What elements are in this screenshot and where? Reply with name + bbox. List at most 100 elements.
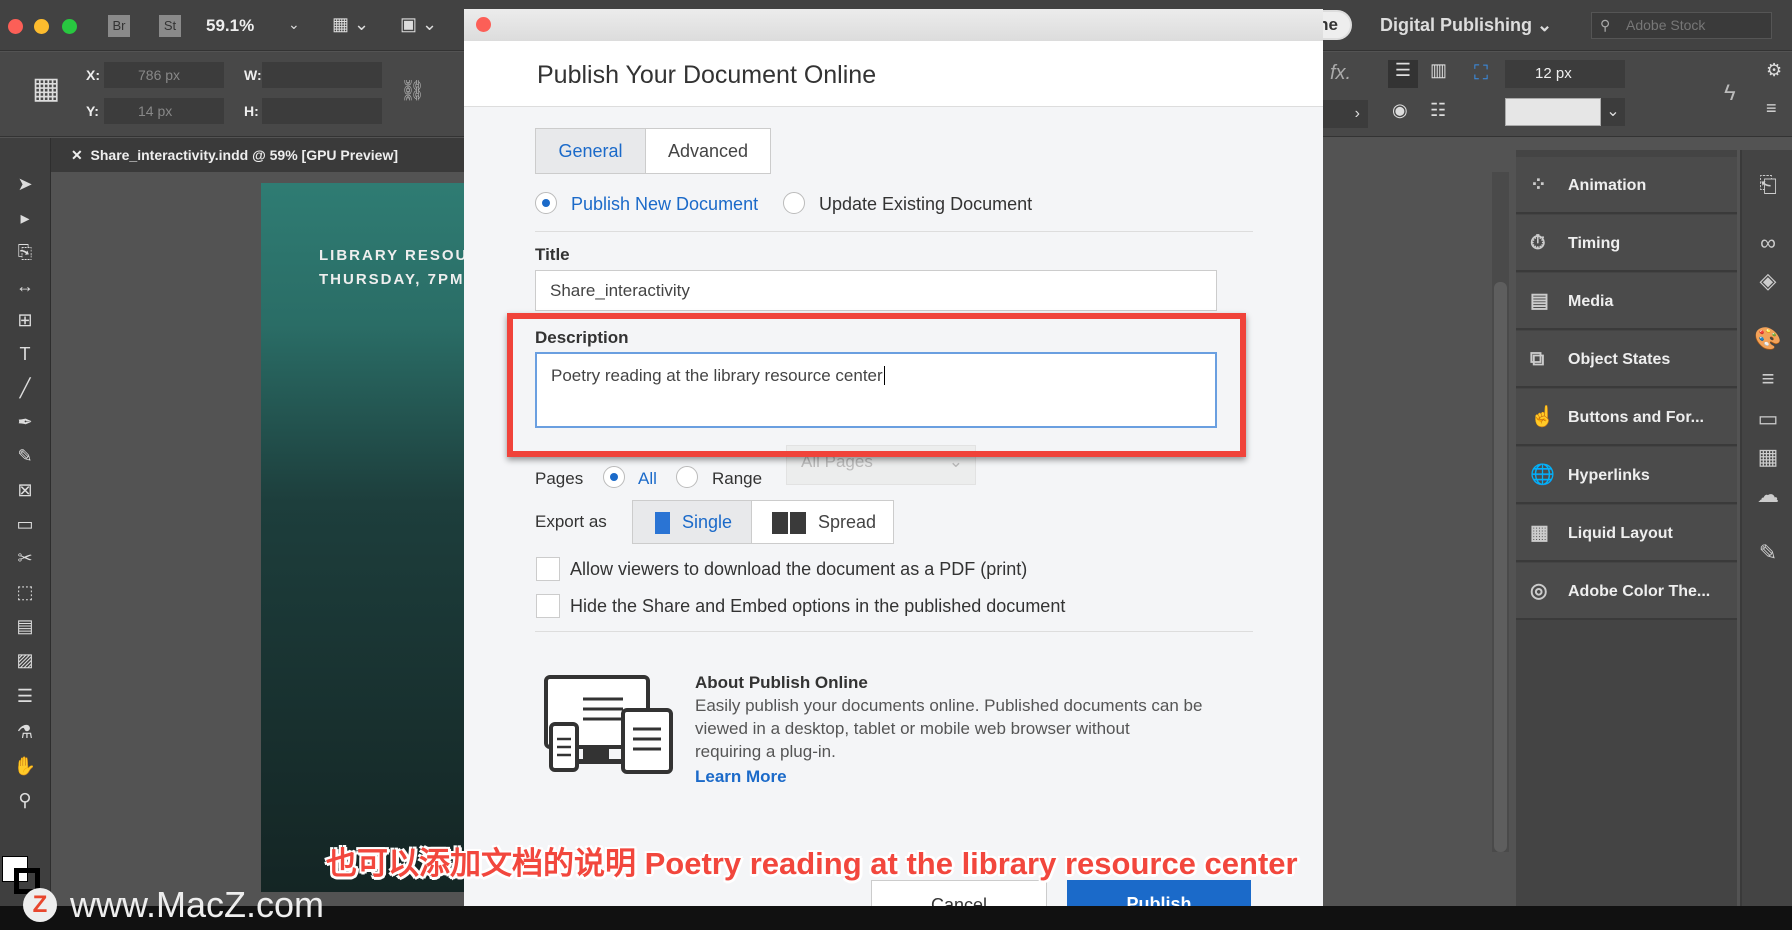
text-wrap-icon[interactable]: ☰ [1388,60,1418,88]
panel-adobe-color-themes[interactable]: ◎ Adobe Color The... [1516,563,1737,620]
workspace-switcher[interactable]: Digital Publishing ⌄ [1380,15,1552,36]
pages-all-label[interactable]: All [638,469,657,489]
export-as-label: Export as [535,512,607,531]
x-field[interactable]: 786 px [104,62,224,88]
hand-tool-icon[interactable]: ✋ [10,756,40,782]
panel-hyperlinks[interactable]: 🌐 Hyperlinks [1516,447,1737,504]
line-tool-icon[interactable]: ╱ [10,378,40,404]
panel-animation[interactable]: ⁘ Animation [1516,157,1737,214]
update-existing-radio[interactable] [783,192,805,214]
page-tool-icon[interactable]: ⎘ [10,242,40,268]
minimize-window-button[interactable] [34,19,49,34]
direct-selection-tool-icon[interactable]: ▸ [10,208,40,234]
panel-liquid-layout[interactable]: ▦ Liquid Layout [1516,505,1737,562]
bridge-button[interactable]: Br [108,15,130,37]
cc-libraries-grid-icon[interactable]: ▦ [1754,444,1782,470]
subtitle-caption: 也可以添加文档的说明 Poetry reading at the library… [326,846,1298,881]
close-icon[interactable]: ✕ [71,147,83,163]
about-title: About Publish Online [695,673,868,692]
stroke-icon[interactable]: ≡ [1754,366,1782,392]
stroke-weight-field[interactable]: 12 px [1505,60,1625,88]
stroke-style-select[interactable] [1505,98,1601,126]
liquid-layout-icon: ▦ [1530,522,1549,544]
gap-tool-icon[interactable]: ↔ [10,276,40,302]
pen-tool-icon[interactable]: ✒ [10,412,40,438]
quick-apply-icon[interactable]: ϟ [1724,80,1736,106]
pages-range-label[interactable]: Range [712,469,762,489]
links-icon[interactable]: ∞ [1754,230,1782,256]
pages-range-radio[interactable] [676,466,698,488]
wrap-jump-icon[interactable]: ☷ [1430,100,1446,121]
title-input[interactable]: Share_interactivity [535,270,1217,311]
creative-cloud-icon[interactable]: ☁ [1754,482,1782,508]
update-existing-label[interactable]: Update Existing Document [819,194,1032,215]
spread-icon [772,512,806,535]
learn-more-link[interactable]: Learn More [695,767,787,787]
pencil-tool-icon[interactable]: ✎ [10,446,40,472]
adobe-stock-search[interactable]: ⚲ Adobe Stock [1591,12,1772,39]
scrollbar-thumb[interactable] [1494,282,1507,852]
panel-buttons-forms[interactable]: ☝ Buttons and For... [1516,389,1737,446]
panel-timing[interactable]: ⏱ Timing [1516,215,1737,272]
panel-media[interactable]: ▤ Media [1516,273,1737,330]
button-hand-icon: ☝ [1530,406,1555,428]
export-single-button[interactable]: Single [633,501,752,543]
menu-icon[interactable]: ≡ [1766,98,1777,119]
rectangle-frame-tool-icon[interactable]: ⊠ [10,480,40,506]
gear-icon[interactable]: ⚙ [1766,60,1782,81]
gradient-feather-icon[interactable]: ▨ [10,650,40,676]
type-tool-icon[interactable]: T [10,344,40,370]
wrap-shape-icon[interactable]: ◉ [1392,100,1408,121]
pages-icon[interactable]: ⎗ [1754,172,1782,198]
w-field[interactable] [262,62,382,88]
pages-all-radio[interactable] [603,466,625,488]
note-tool-icon[interactable]: ☰ [10,686,40,712]
wrap-bounding-icon[interactable]: ▥ [1430,60,1447,81]
tab-general[interactable]: General [536,129,646,173]
y-field[interactable]: 14 px [104,98,224,124]
swatches-palette-icon[interactable]: 🎨 [1754,326,1782,352]
tab-bar: General Advanced [535,128,771,174]
free-transform-tool-icon[interactable]: ⬚ [10,582,40,608]
download-pdf-label[interactable]: Allow viewers to download the document a… [570,559,1027,580]
hide-share-label[interactable]: Hide the Share and Embed options in the … [570,596,1065,617]
edit-icon[interactable]: ✎ [1754,540,1782,566]
chevron-right-icon[interactable]: › [1322,100,1368,128]
scrollbar[interactable] [1492,172,1509,852]
layers-icon[interactable]: ◈ [1754,268,1782,294]
publish-new-label[interactable]: Publish New Document [571,194,758,215]
content-collector-icon[interactable]: ⊞ [10,310,40,336]
scissors-tool-icon[interactable]: ✂ [10,548,40,574]
panel-object-states[interactable]: ⧉ Object States [1516,331,1737,388]
hide-share-checkbox[interactable] [536,594,560,618]
stock-button[interactable]: St [159,15,181,37]
y-label: Y: [86,103,99,119]
zoom-level[interactable]: 59.1% [206,16,254,36]
h-field[interactable] [262,98,382,124]
panel-label: Adobe Color The... [1568,583,1711,600]
reference-point-icon[interactable]: ▦ [32,74,60,104]
close-window-button[interactable] [8,19,23,34]
frame-fitting-icon[interactable]: ⛶ [1474,62,1488,85]
pages-label: Pages [535,469,584,488]
chevron-down-icon[interactable]: ⌄ [288,16,300,33]
view-options-icon[interactable]: ▦ ⌄ [332,14,369,35]
screen-mode-icon[interactable]: ▣ ⌄ [400,14,437,35]
rectangle-tool-icon[interactable]: ▭ [10,514,40,540]
effects-button[interactable]: fx. [1330,62,1351,85]
document-tab[interactable]: ✕ Share_interactivity.indd @ 59% [GPU Pr… [51,138,464,172]
constrain-link-icon[interactable]: ⛓ [400,78,425,103]
eyedropper-tool-icon[interactable]: ⚗ [10,722,40,748]
tab-advanced[interactable]: Advanced [646,129,770,173]
maximize-window-button[interactable] [62,19,77,34]
download-pdf-checkbox[interactable] [536,557,560,581]
export-spread-button[interactable]: Spread [752,501,893,543]
selection-tool-icon[interactable]: ➤ [10,174,40,200]
publish-new-radio[interactable] [535,192,557,214]
zoom-tool-icon[interactable]: ⚲ [10,790,40,816]
chevron-down-icon[interactable]: ⌄ [1601,98,1625,126]
gradient-icon[interactable]: ▭ [1754,406,1782,432]
close-dialog-button[interactable] [476,17,491,32]
animation-icon: ⁘ [1530,174,1547,196]
gradient-tool-icon[interactable]: ▤ [10,616,40,642]
